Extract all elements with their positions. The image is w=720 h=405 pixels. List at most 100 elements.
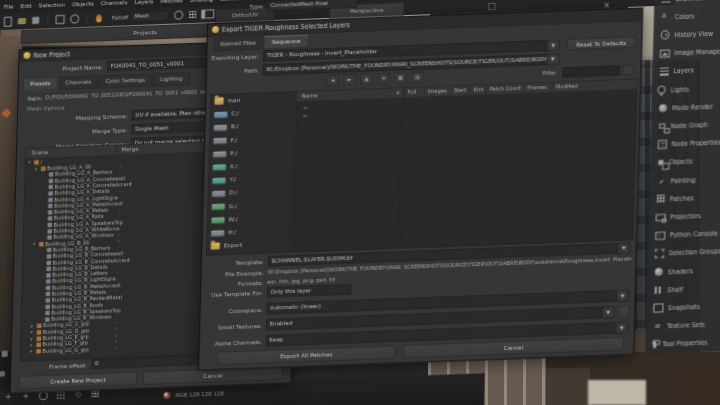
menu-item[interactable]: Channels <box>101 0 128 7</box>
create-new-project-button[interactable]: Create New Project <box>19 372 137 389</box>
merge-checkmark[interactable]: ✓ <box>117 244 121 250</box>
scene-column-header[interactable]: Scene <box>31 149 48 156</box>
menu-item[interactable]: Selection <box>38 1 65 9</box>
column-header[interactable]: Modified <box>553 81 587 92</box>
tab-named-files[interactable]: Named Files <box>213 36 262 51</box>
dropdown-arrow-icon[interactable]: ▼ <box>547 40 559 50</box>
expander-caret-icon[interactable]: ▸ <box>31 336 33 341</box>
merge-checkmark[interactable]: ✓ <box>118 181 122 187</box>
save-icon[interactable] <box>32 17 39 24</box>
left-edge-icon[interactable] <box>0 371 5 377</box>
reset-to-defaults-button[interactable]: Reset To Defaults <box>567 37 635 51</box>
expander-caret-icon[interactable]: ▾ <box>33 242 35 247</box>
expander-caret-icon[interactable]: ▸ <box>30 342 32 347</box>
merge-checkmark[interactable]: ✓ <box>116 263 120 269</box>
restore-window-icon[interactable] <box>488 3 495 10</box>
merge-checkmark[interactable]: ✓ <box>118 219 122 225</box>
tab-color-settings[interactable]: Color Settings <box>99 73 152 88</box>
merge-checkmark[interactable]: ✓ <box>118 213 122 219</box>
merge-checkmark[interactable]: ✓ <box>117 225 121 231</box>
merge-checkmark[interactable]: ✓ <box>118 206 122 212</box>
circle-icon[interactable] <box>174 11 183 20</box>
expander-caret-icon[interactable]: ▸ <box>31 330 33 335</box>
tool-icon[interactable] <box>92 390 99 397</box>
export-cancel-button[interactable]: Cancel <box>403 337 623 358</box>
merge-checkmark[interactable]: ✓ <box>116 288 120 294</box>
merge-checkmark[interactable]: ✓ <box>119 175 123 181</box>
merge-checkmark[interactable]: ✓ <box>115 301 119 307</box>
merge-checkmark[interactable]: ✓ <box>116 282 120 288</box>
nav-button[interactable]: ◄ <box>326 75 338 86</box>
merge-checkmark[interactable]: ✓ <box>115 314 119 320</box>
menu-item[interactable]: Layers <box>134 0 153 6</box>
small-textures-extra-button[interactable] <box>618 306 629 317</box>
column-header[interactable]: Full <box>405 87 425 98</box>
merge-checkmark[interactable]: ✓ <box>116 269 120 275</box>
filter-input[interactable] <box>562 65 619 77</box>
file-row[interactable] <box>303 115 307 117</box>
expander-caret-icon[interactable]: ▾ <box>35 166 37 171</box>
falloff-dropdown[interactable]: Mesh <box>131 11 169 22</box>
merge-checkmark[interactable]: ✓ <box>115 332 119 338</box>
merge-checkmark[interactable]: ✓ <box>119 162 123 168</box>
merge-checkmark[interactable]: ✓ <box>116 276 120 282</box>
left-edge-tool-icon[interactable] <box>2 108 12 118</box>
merge-checkmark[interactable]: ✓ <box>117 232 121 238</box>
merge-checkmark[interactable]: ✓ <box>115 326 119 332</box>
merge-checkmark[interactable]: ✓ <box>114 345 118 351</box>
dropdown-arrow-icon[interactable]: ▼ <box>618 243 630 252</box>
nav-button[interactable]: ≡ <box>377 73 389 84</box>
column-header[interactable]: Patch Count <box>487 83 525 94</box>
expander-caret-icon[interactable]: ▸ <box>30 349 32 354</box>
tab-presets[interactable]: Presets <box>23 77 58 91</box>
merge-checkmark[interactable]: ✓ <box>115 320 119 326</box>
nav-button[interactable]: ▦ <box>394 72 406 83</box>
column-header[interactable]: Images <box>425 86 451 97</box>
merge-checkmark[interactable]: ✓ <box>114 339 118 345</box>
grid-icon[interactable] <box>189 11 196 18</box>
expander-caret-icon[interactable]: ▾ <box>28 160 30 165</box>
menu-item[interactable]: File <box>4 3 14 10</box>
dropdown-arrow-icon[interactable]: ▼ <box>616 322 628 332</box>
menu-item[interactable]: Patches <box>160 0 183 5</box>
menu-item[interactable]: Edit <box>20 2 31 9</box>
circle-icon[interactable] <box>70 14 79 23</box>
merge-checkmark[interactable]: ✓ <box>116 295 120 301</box>
export-all-patches-button[interactable]: Export All Patches <box>217 345 395 365</box>
column-header[interactable]: Frames <box>525 82 553 93</box>
dropdown-arrow-icon[interactable]: ▼ <box>547 54 559 64</box>
bake-icon[interactable] <box>96 14 102 22</box>
merge-checkmark[interactable]: ✓ <box>117 251 121 257</box>
column-header[interactable]: Start <box>451 85 471 96</box>
nav-button[interactable]: ▤ <box>411 71 423 82</box>
dropdown-arrow-icon[interactable]: ▼ <box>617 290 629 300</box>
tool-icon[interactable] <box>4 392 13 401</box>
merge-checkmark[interactable]: ✓ <box>118 194 122 200</box>
menu-item[interactable]: Objects <box>72 0 94 8</box>
mirror-icon[interactable] <box>201 9 214 18</box>
merge-column-header[interactable]: Merge <box>121 146 138 153</box>
new-icon[interactable] <box>4 16 12 26</box>
nav-button[interactable]: ▲ <box>360 73 372 84</box>
left-edge-icon[interactable] <box>2 351 8 357</box>
nav-button[interactable]: ► <box>343 74 355 85</box>
cube-icon[interactable] <box>56 15 65 24</box>
file-row[interactable] <box>303 107 307 109</box>
tab-lighting[interactable]: Lighting <box>153 72 190 86</box>
name-column-header[interactable]: Name▼ <box>297 88 403 102</box>
shortcut-item[interactable]: Export <box>207 237 291 253</box>
tab-sequence[interactable]: Sequence <box>263 35 308 50</box>
dropdown-arrow-icon[interactable]: ▼ <box>602 307 614 317</box>
filter-clear-button[interactable] <box>622 65 633 75</box>
merge-checkmark[interactable]: ✓ <box>119 169 123 175</box>
merge-checkmark[interactable]: ✓ <box>117 238 121 244</box>
menu-item[interactable]: Camera <box>220 0 243 2</box>
merge-checkmark[interactable]: ✓ <box>115 307 119 313</box>
merge-checkmark[interactable]: ✓ <box>118 187 122 193</box>
use-template-for-dropdown[interactable]: Only this layer <box>267 284 351 297</box>
column-header[interactable]: End <box>471 85 487 96</box>
tab-channels[interactable]: Channels <box>59 75 98 89</box>
merge-checkmark[interactable]: ✓ <box>118 200 122 206</box>
menu-item[interactable]: Shading <box>190 0 214 4</box>
color-swatch-icon[interactable] <box>163 392 170 399</box>
